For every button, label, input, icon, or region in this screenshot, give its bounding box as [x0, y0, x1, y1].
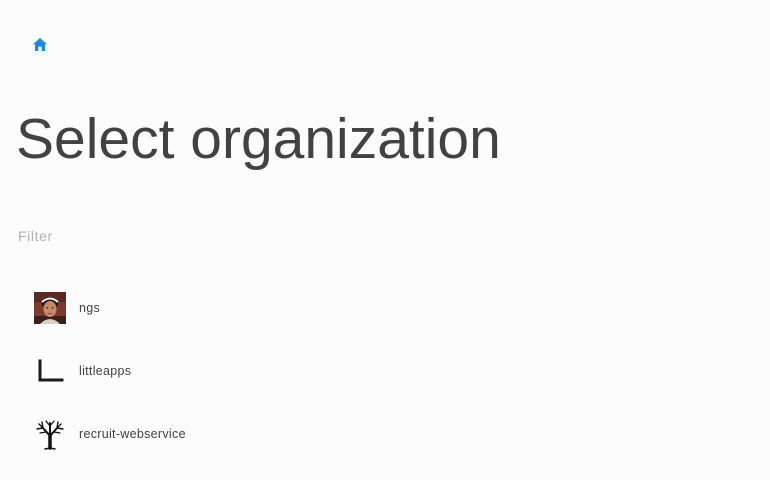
organization-select-page: Select organization ngs	[0, 0, 770, 480]
home-icon	[33, 37, 47, 51]
organization-item-recruit-webservice[interactable]: recruit-webservice	[18, 402, 418, 465]
organization-name: recruit-webservice	[79, 426, 186, 441]
filter-input[interactable]	[18, 224, 318, 248]
corner-bracket-logo	[34, 355, 66, 387]
person-photo-avatar	[34, 291, 66, 324]
organization-name: littleapps	[79, 363, 132, 378]
tree-logo	[34, 418, 66, 450]
organization-name: ngs	[79, 300, 101, 315]
organization-item-littleapps[interactable]: littleapps	[18, 339, 418, 402]
breadcrumb-home-link[interactable]	[31, 35, 49, 53]
organization-list: ngs littleapps recruit-webservice	[18, 276, 418, 465]
page-title: Select organization	[16, 107, 501, 171]
organization-item-ngs[interactable]: ngs	[18, 276, 418, 339]
